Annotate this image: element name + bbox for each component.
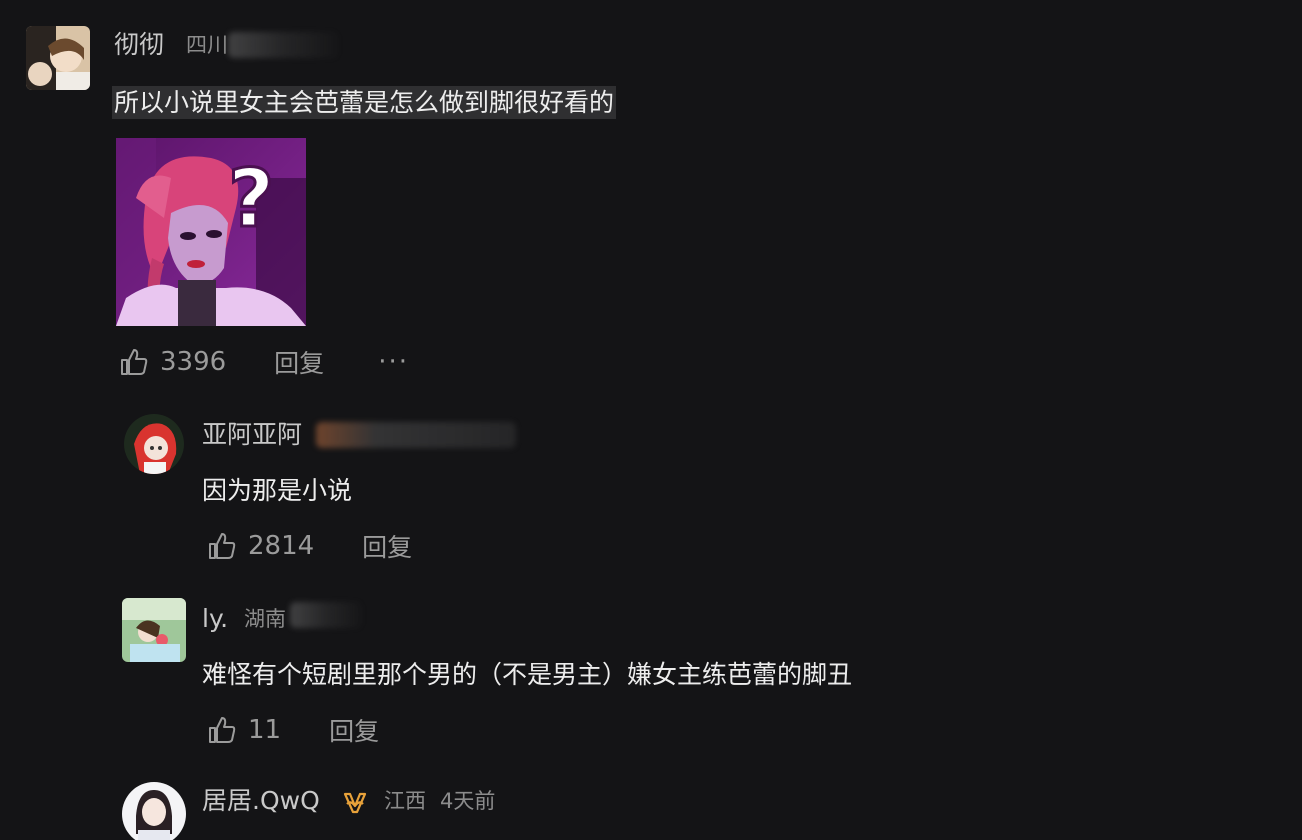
like-count: 3396 [160, 347, 227, 377]
avatar[interactable] [122, 782, 186, 840]
username[interactable]: 亚阿亚阿 [202, 420, 302, 450]
comment-text: 所以小说里女主会芭蕾是怎么做到脚很好看的 [112, 86, 617, 119]
question-mark-sticker[interactable]: ? [116, 138, 306, 326]
username[interactable]: ly. [202, 604, 228, 634]
like-button[interactable]: 3396 [118, 346, 226, 378]
redacted-meta [316, 422, 516, 448]
reply-button[interactable]: 回复 [362, 528, 412, 564]
like-count: 11 [248, 715, 282, 745]
avatar[interactable] [122, 598, 186, 662]
reply-button[interactable]: 回复 [274, 344, 324, 380]
thumbs-up-icon [209, 533, 236, 559]
location-label: 江西 [384, 789, 426, 813]
reply-actions: 11 回复 [206, 710, 379, 750]
comment-thread: 彻彻 四川 所以小说里女主会芭蕾是怎么做到脚很好看的 ? 3396 回复 ···… [0, 0, 1302, 840]
thumbs-up-icon [121, 349, 148, 375]
vip-badge-icon [343, 792, 367, 814]
redacted-meta [228, 32, 338, 58]
reply-text: 因为那是小说 [202, 476, 353, 505]
reply-button[interactable]: 回复 [329, 712, 379, 748]
reply-actions: 2814 回复 [206, 526, 412, 566]
avatar[interactable] [26, 26, 90, 90]
location-label: 湖南 [244, 607, 286, 631]
reply-text: 难怪有个短剧里那个男的（不是男主）嫌女主练芭蕾的脚丑 [202, 660, 853, 689]
redacted-meta [290, 602, 362, 628]
timestamp: 4天前 [440, 789, 496, 813]
like-count: 2814 [248, 531, 315, 561]
comment-actions: 3396 回复 ··· [118, 342, 409, 382]
svg-text:?: ? [228, 152, 274, 245]
more-options-button[interactable]: ··· [378, 347, 409, 377]
like-button[interactable]: 11 [206, 714, 281, 746]
username[interactable]: 居居.QwQ [202, 786, 320, 816]
username[interactable]: 彻彻 [114, 30, 164, 60]
location-label: 四川 [186, 33, 228, 57]
avatar[interactable] [124, 414, 184, 474]
thumbs-up-icon [209, 717, 236, 743]
like-button[interactable]: 2814 [206, 530, 314, 562]
